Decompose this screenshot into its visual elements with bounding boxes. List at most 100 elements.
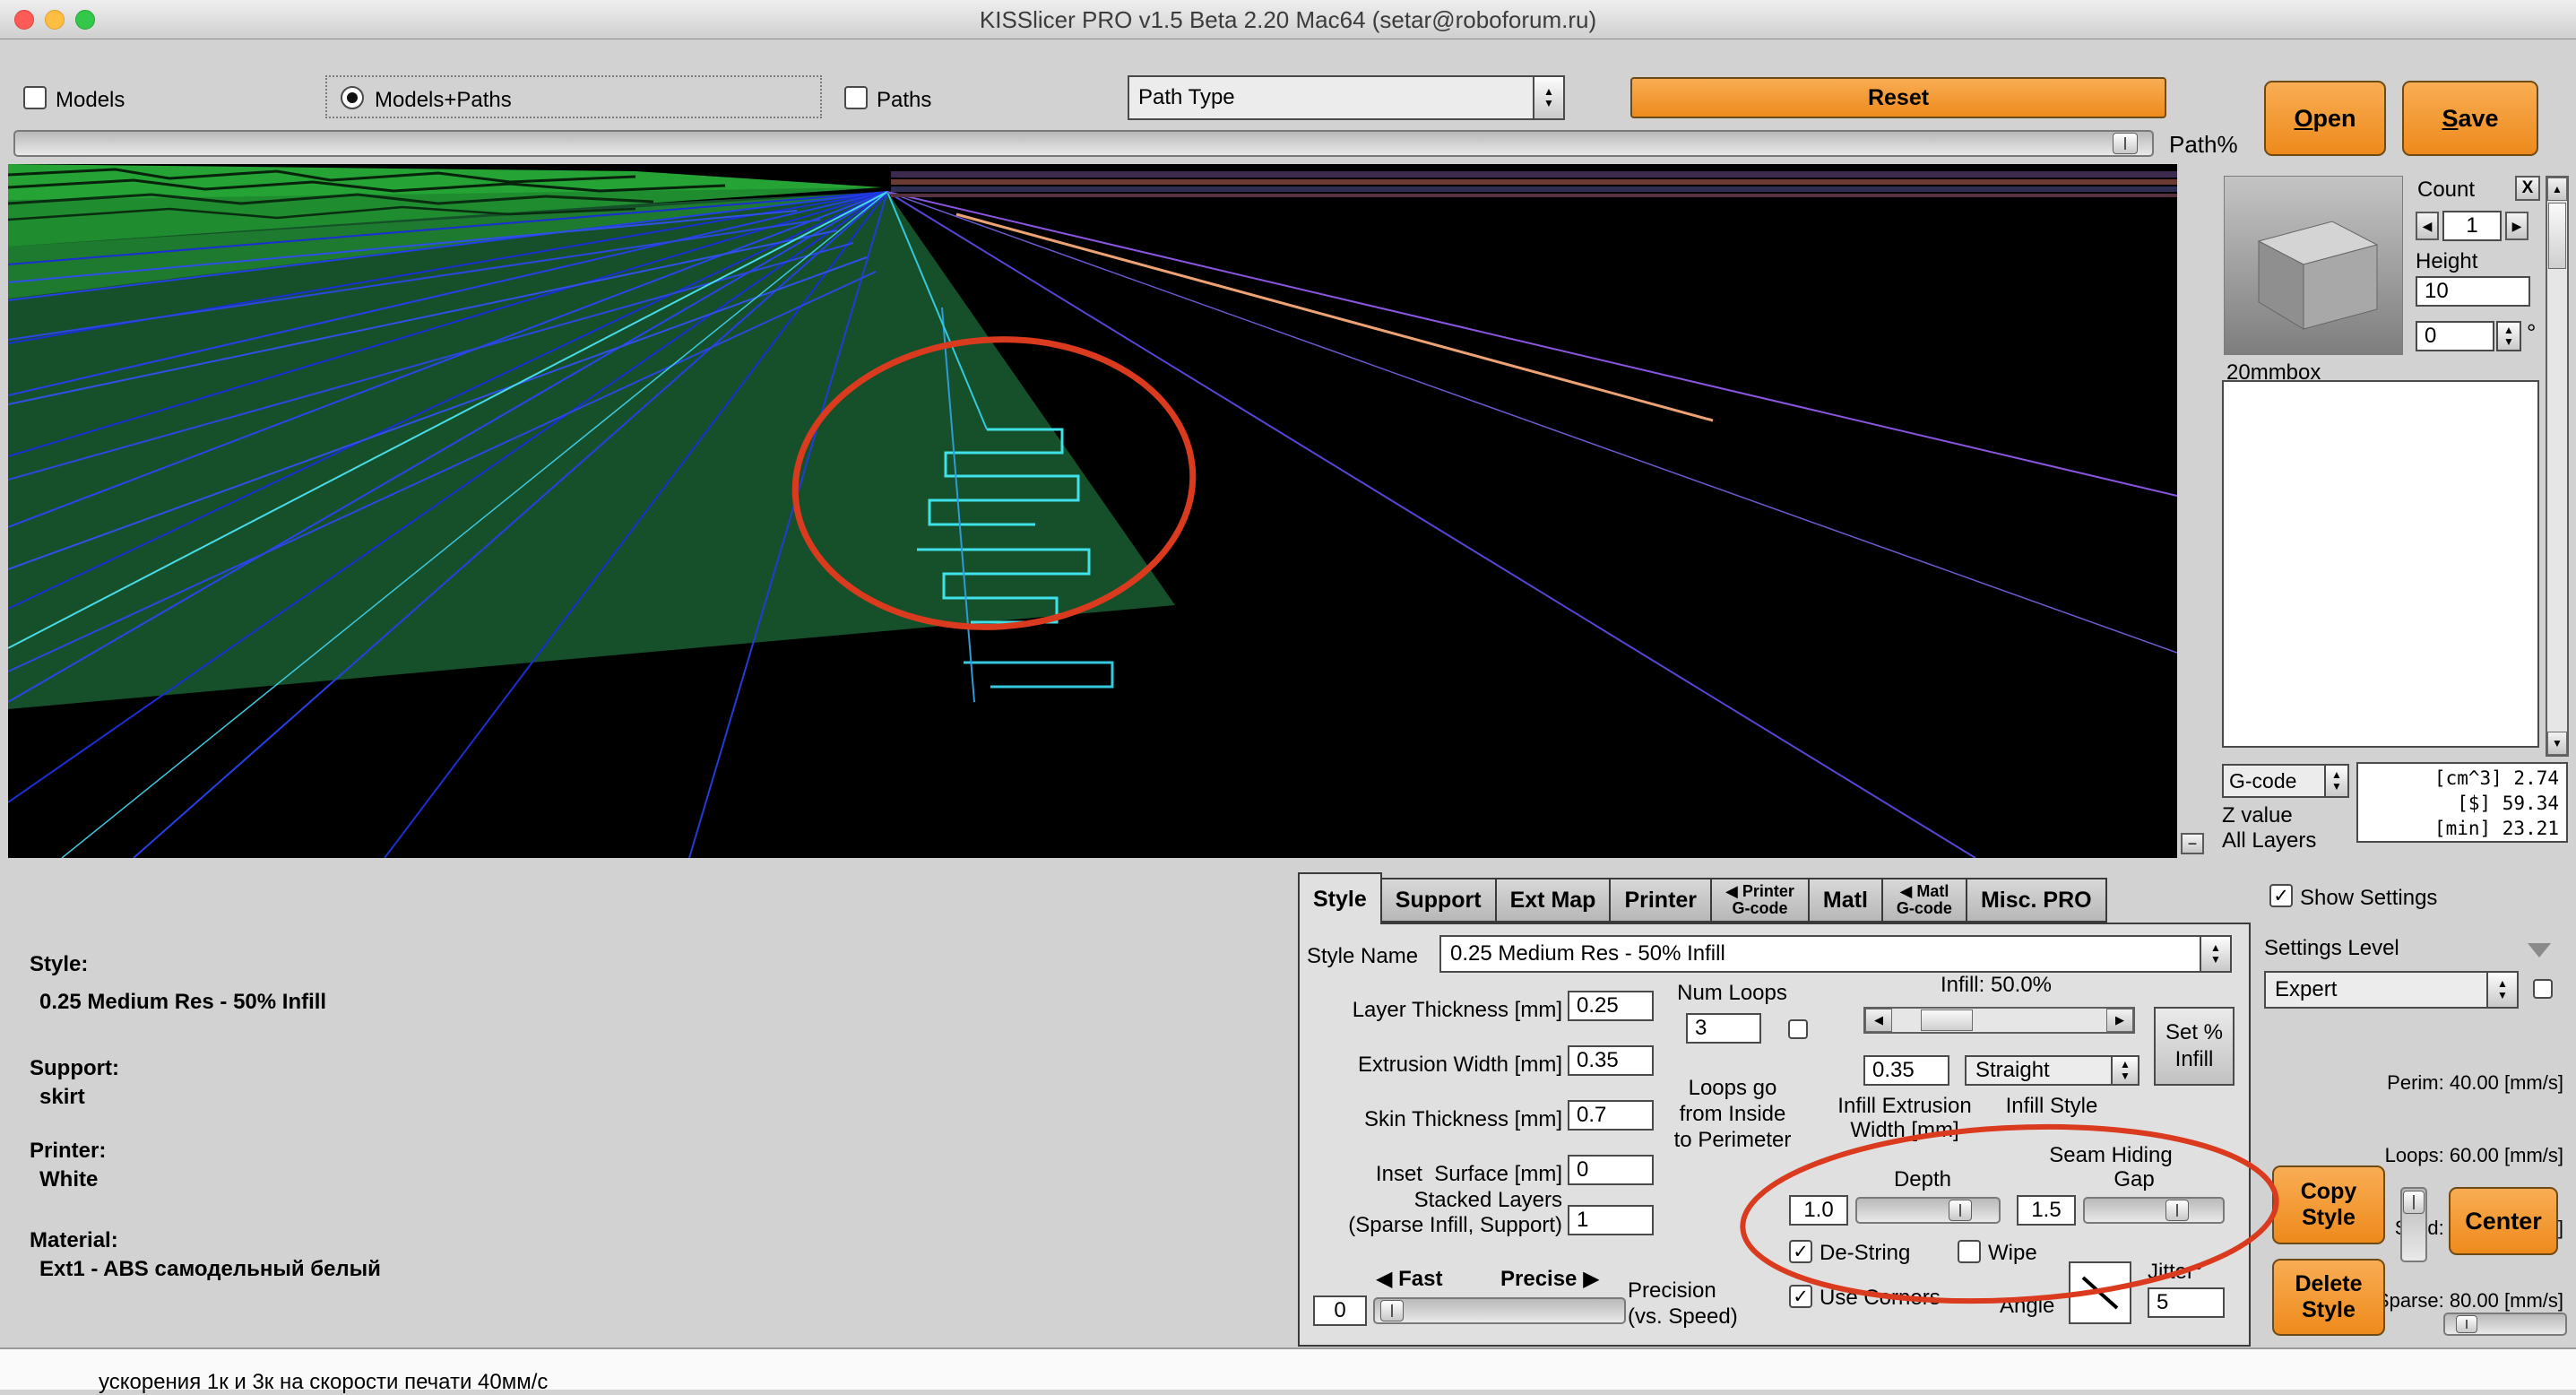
paths-checkbox[interactable]: [844, 86, 868, 109]
seam-depth-slider-thumb[interactable]: [1949, 1200, 1972, 1221]
reset-button[interactable]: Reset: [1630, 77, 2166, 118]
window-titlebar: KISSlicer PRO v1.5 Beta 2.20 Mac64 (seta…: [0, 0, 2576, 39]
tab-support[interactable]: Support: [1380, 878, 1497, 923]
model-list[interactable]: [2222, 380, 2539, 748]
settings-level-dropdown[interactable]: Expert ▲▼: [2264, 971, 2519, 1009]
gcode-value: G-code: [2224, 766, 2324, 796]
path-type-dropdown[interactable]: Path Type ▲▼: [1128, 75, 1565, 120]
status-style-label: Style:: [30, 952, 88, 977]
tab-printer-gcode[interactable]: ◀ PrinterG-code: [1710, 878, 1810, 923]
infill-style-dropdown[interactable]: Straight ▲▼: [1965, 1055, 2139, 1086]
destring-checkbox[interactable]: ✓: [1789, 1240, 1812, 1263]
window-title: KISSlicer PRO v1.5 Beta 2.20 Mac64 (seta…: [0, 6, 2576, 34]
infill-scrollbar[interactable]: ◀ ▶: [1863, 1007, 2135, 1034]
bottom-right-slider[interactable]: [2443, 1313, 2567, 1336]
path-percent-slider[interactable]: [13, 130, 2154, 157]
infill-scroll-right-icon[interactable]: ▶: [2106, 1009, 2133, 1032]
settings-tabbar: Style Support Ext Map Printer ◀ PrinterG…: [1298, 871, 2105, 923]
settings-level-checkbox[interactable]: [2533, 979, 2553, 999]
rotation-field[interactable]: 0: [2416, 321, 2494, 351]
scroll-up-icon[interactable]: ▲: [2547, 178, 2567, 201]
models-paths-label: Models+Paths: [375, 88, 512, 113]
stacked-layers-label: Stacked Layers (Sparse Infill, Support): [1300, 1188, 1562, 1238]
delete-style-button[interactable]: Delete Style: [2272, 1259, 2385, 1336]
count-field[interactable]: 1: [2442, 211, 2502, 241]
fast-label: ◀ Fast: [1376, 1266, 1442, 1292]
extrusion-width-label: Extrusion Width [mm]: [1300, 1053, 1562, 1078]
settings-level-stepper-icon[interactable]: ▲▼: [2486, 973, 2517, 1007]
models-checkbox[interactable]: [23, 86, 47, 109]
tab-printer[interactable]: Printer: [1609, 878, 1712, 923]
seam-gap-slider-thumb[interactable]: [2165, 1200, 2189, 1221]
models-label: Models: [56, 88, 125, 113]
status-printer-value: White: [39, 1167, 98, 1192]
rotation-stepper-icon[interactable]: ▲▼: [2496, 321, 2521, 351]
use-corners-checkbox[interactable]: ✓: [1789, 1285, 1812, 1308]
style-name-stepper-icon[interactable]: ▲▼: [2200, 937, 2230, 971]
infill-scroll-left-icon[interactable]: ◀: [1865, 1009, 1892, 1032]
style-name-dropdown[interactable]: 0.25 Medium Res - 50% Infill ▲▼: [1439, 935, 2232, 973]
count-decrement-icon[interactable]: ◀: [2416, 212, 2439, 240]
center-button[interactable]: Center: [2449, 1187, 2558, 1255]
count-increment-icon[interactable]: ▶: [2505, 212, 2528, 240]
path-percent-slider-thumb[interactable]: [2113, 133, 2138, 154]
height-field[interactable]: 10: [2416, 276, 2530, 307]
z-value-label: Z value: [2222, 803, 2293, 828]
infill-scrollbar-thumb[interactable]: [1921, 1009, 1973, 1031]
model-preview-thumbnail[interactable]: [2224, 176, 2403, 355]
style-vertical-slider-thumb[interactable]: [2403, 1191, 2425, 1214]
precision-slider[interactable]: [1373, 1297, 1626, 1324]
layer-thickness-label: Layer Thickness [mm]: [1300, 998, 1562, 1023]
tab-ext-map[interactable]: Ext Map: [1495, 878, 1612, 923]
infill-percent-label: Infill: 50.0%: [1857, 973, 2135, 998]
num-loops-field[interactable]: 3: [1686, 1013, 1761, 1044]
degree-symbol: °: [2527, 319, 2536, 347]
wipe-checkbox[interactable]: [1958, 1240, 1981, 1263]
show-settings-checkbox[interactable]: ✓: [2269, 884, 2293, 907]
path-type-stepper-icon[interactable]: ▲▼: [1533, 77, 1563, 118]
inset-surface-field[interactable]: 0: [1568, 1155, 1654, 1185]
settings-level-arrow-icon[interactable]: [2528, 943, 2551, 957]
bottom-right-slider-thumb[interactable]: [2456, 1315, 2477, 1333]
set-infill-button[interactable]: Set % Infill: [2154, 1007, 2235, 1086]
tab-matl-gcode[interactable]: ◀ MatlG-code: [1881, 878, 1967, 923]
tab-misc-pro[interactable]: Misc. PRO: [1966, 878, 2107, 923]
all-layers-label: All Layers: [2222, 828, 2316, 853]
model-list-scrollbar[interactable]: ▲ ▼: [2546, 176, 2569, 757]
skin-thickness-field[interactable]: 0.7: [1568, 1100, 1654, 1131]
models-paths-radio[interactable]: [341, 86, 364, 109]
gcode-dropdown[interactable]: G-code ▲▼: [2222, 764, 2349, 798]
precision-value-field[interactable]: 0: [1313, 1295, 1367, 1326]
seam-gap-slider[interactable]: [2083, 1197, 2225, 1224]
model-scrollbar-thumb[interactable]: [2548, 203, 2566, 269]
extrusion-width-field[interactable]: 0.35: [1568, 1045, 1654, 1076]
infill-style-stepper-icon[interactable]: ▲▼: [2111, 1057, 2138, 1084]
seam-depth-field[interactable]: 1.0: [1789, 1195, 1848, 1226]
infill-extrusion-label: Infill Extrusion Width [mm]: [1820, 1094, 1990, 1142]
infill-extrusion-field[interactable]: 0.35: [1863, 1055, 1949, 1086]
stacked-layers-field[interactable]: 1: [1568, 1205, 1654, 1235]
tab-matl[interactable]: Matl: [1808, 878, 1883, 923]
angle-button[interactable]: [2069, 1261, 2131, 1324]
save-button[interactable]: Save: [2402, 81, 2538, 156]
precision-slider-thumb[interactable]: [1380, 1300, 1404, 1321]
num-loops-checkbox[interactable]: [1788, 1019, 1808, 1039]
tab-style[interactable]: Style: [1298, 872, 1382, 924]
seam-depth-slider[interactable]: [1855, 1197, 2001, 1224]
infill-style-label: Infill Style: [1984, 1094, 2119, 1119]
scroll-down-icon[interactable]: ▼: [2547, 732, 2567, 755]
model-close-button[interactable]: X: [2515, 176, 2540, 201]
style-name-value: 0.25 Medium Res - 50% Infill: [1441, 937, 2200, 971]
style-vertical-slider[interactable]: [2400, 1187, 2427, 1262]
seam-gap-field[interactable]: 1.5: [2017, 1195, 2076, 1226]
copy-style-button[interactable]: Copy Style: [2272, 1165, 2385, 1244]
layer-thickness-field[interactable]: 0.25: [1568, 991, 1654, 1021]
radio-dot-icon: [347, 92, 358, 103]
viewport-3d-scene[interactable]: [8, 164, 2177, 858]
wipe-label: Wipe: [1988, 1241, 2037, 1266]
viewport-collapse-button[interactable]: −: [2181, 833, 2204, 854]
jitter-field[interactable]: 5: [2148, 1287, 2225, 1318]
open-button[interactable]: Open: [2264, 81, 2386, 156]
gcode-stepper-icon[interactable]: ▲▼: [2324, 766, 2347, 796]
seam-hiding-label: Seam Hiding: [2017, 1143, 2205, 1168]
